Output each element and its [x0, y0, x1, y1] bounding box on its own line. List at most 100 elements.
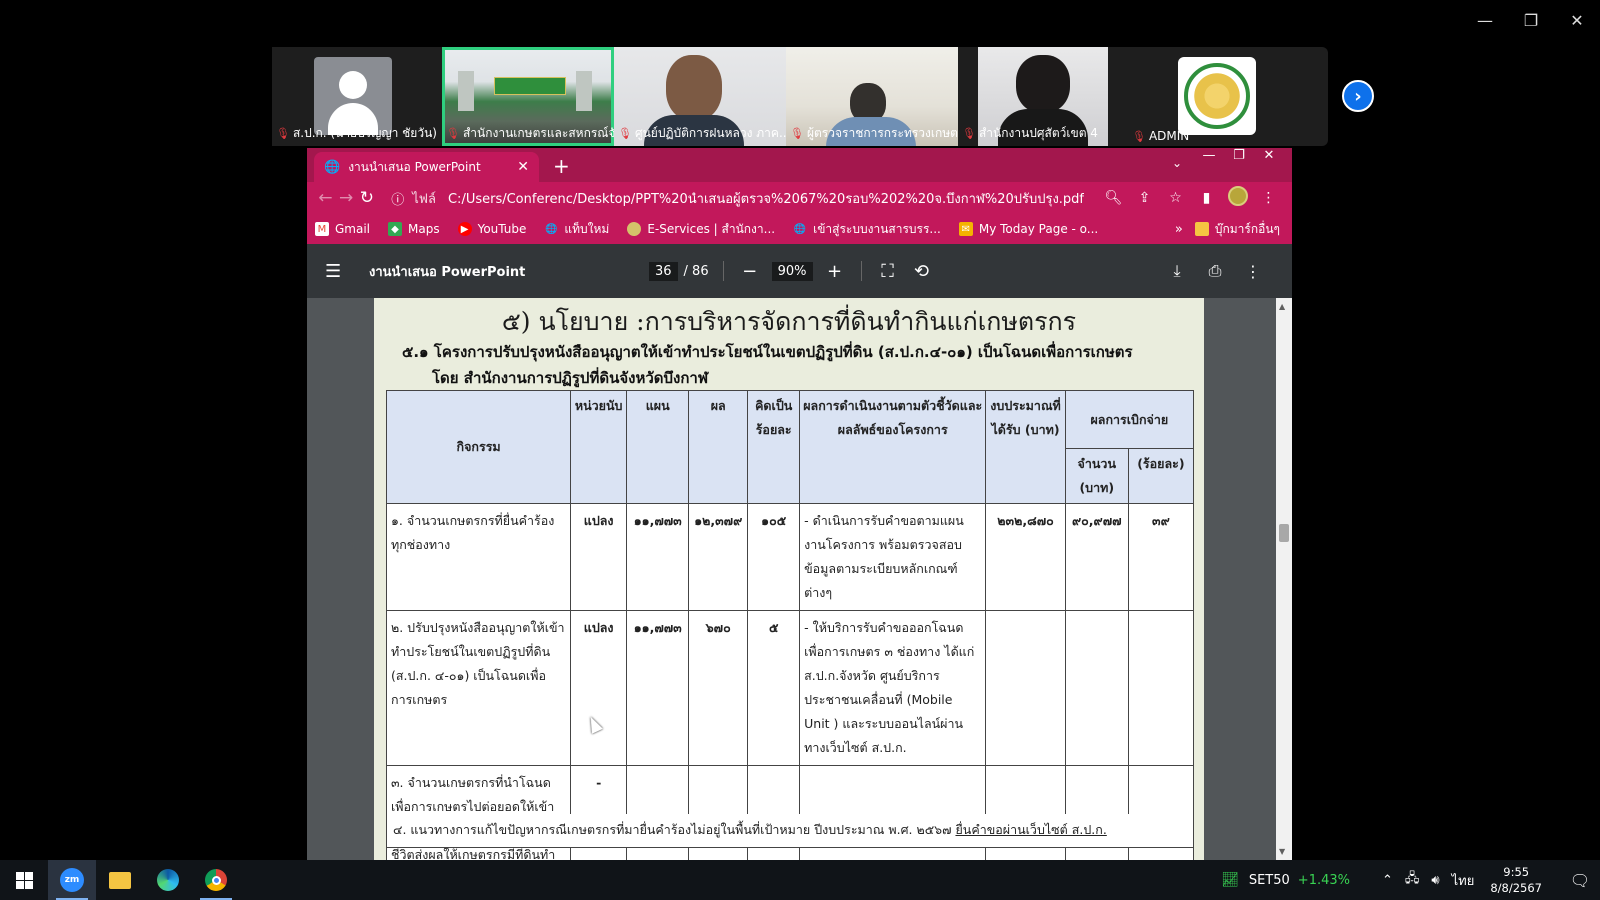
- star-icon[interactable]: ☆: [1160, 190, 1191, 206]
- more-menu-icon[interactable]: ⋮: [1253, 190, 1284, 206]
- bookmark-new-tab[interactable]: 🌐 แท็บใหม่: [544, 220, 609, 239]
- new-tab-button[interactable]: +: [553, 154, 570, 178]
- browser-tab[interactable]: 🌐 งานนำเสนอ PowerPoint ✕: [314, 152, 539, 182]
- url-field[interactable]: ⓘ ไฟล์ C:/Users/Conferenc/Desktop/PPT%20…: [383, 184, 1092, 212]
- share-icon[interactable]: ⇪: [1129, 190, 1160, 206]
- cell-percent: ๕: [747, 610, 801, 766]
- fit-page-icon[interactable]: ⛶: [876, 261, 900, 282]
- folder-icon: [1194, 222, 1209, 236]
- toolbar-divider: [722, 261, 724, 281]
- bookmark-eservices[interactable]: E-Services | สำนักงา...: [627, 220, 775, 239]
- agency-logo: [1178, 57, 1256, 135]
- taskbar: zm 📈︎ SET50 +1.43% ⌃ 🖧 🔊︎ ไทย 9:55 8/8/2…: [0, 860, 1600, 900]
- rotate-icon[interactable]: ⟲: [910, 261, 934, 282]
- more-options-icon[interactable]: ⋮: [1234, 262, 1272, 281]
- bookmark-gmail[interactable]: M Gmail: [315, 222, 370, 236]
- bookmark-youtube[interactable]: ▶ YouTube: [457, 222, 526, 236]
- table-footer-note: ๔. แนวทางการแก้ไขปัญหากรณีเกษตรกรที่มายื…: [386, 814, 1194, 848]
- person-head: [1016, 55, 1070, 113]
- stock-widget[interactable]: 📈︎ SET50 +1.43%: [1221, 872, 1350, 888]
- cell-budget: ๒๓๒,๘๗๐: [985, 503, 1066, 611]
- minimize-button[interactable]: —: [1194, 148, 1224, 166]
- header-unit: หน่วยนับ: [570, 390, 628, 504]
- hamburger-menu-icon[interactable]: ☰: [325, 261, 347, 282]
- participant-tile[interactable]: 🎙 ศูนย์ปฏิบัติการฝนหลวง ภาค...: [614, 47, 786, 146]
- stock-change: +1.43%: [1297, 872, 1350, 888]
- scrollbar-thumb[interactable]: [1279, 524, 1289, 542]
- participant-tile[interactable]: 🎙 ADMIN: [1128, 47, 1300, 146]
- language-indicator[interactable]: ไทย: [1452, 870, 1475, 891]
- header-plan: แผน: [626, 390, 690, 504]
- network-icon[interactable]: 🖧: [1405, 869, 1420, 891]
- stock-chart-icon: 📈︎: [1221, 872, 1239, 888]
- scroll-up-icon[interactable]: ▲: [1279, 302, 1285, 311]
- taskbar-chrome[interactable]: [192, 860, 240, 900]
- restore-button[interactable]: ❐: [1508, 8, 1554, 32]
- taskbar-file-explorer[interactable]: [96, 860, 144, 900]
- forward-icon[interactable]: →: [336, 188, 357, 208]
- more-bookmarks-icon[interactable]: »: [1175, 222, 1183, 237]
- stock-label: SET50: [1248, 872, 1290, 888]
- other-bookmarks-folder[interactable]: บุ๊กมาร์กอื่นๆ: [1194, 220, 1280, 239]
- participant-tile[interactable]: 🎙 ส.ป.ก. (นายปริญญา ชัยวัน): [272, 47, 442, 146]
- scroll-down-icon[interactable]: ▼: [1279, 847, 1285, 856]
- person-head: [666, 55, 722, 121]
- participant-tile-active[interactable]: 🎙สำนักงานเกษตรและสหกรณ์จังห...: [442, 47, 614, 146]
- taskbar-zoom[interactable]: zm: [48, 860, 96, 900]
- header-result: ผล: [688, 390, 749, 504]
- bookmark-saraban[interactable]: 🌐 เข้าสู่ระบบงานสารบรร...: [793, 220, 941, 239]
- cell-unit: แปลง: [570, 610, 628, 766]
- mic-muted-icon: 🎙: [446, 127, 460, 140]
- participant-tile[interactable]: 🎙 ผู้ตรวจราชการกระทรวงเกษต...: [786, 47, 958, 146]
- toolbar-divider: [860, 261, 862, 281]
- mic-muted-icon: 🎙: [618, 127, 632, 140]
- close-button[interactable]: ✕: [1554, 8, 1600, 32]
- mytoday-icon: ✉: [958, 222, 973, 236]
- taskbar-edge[interactable]: [144, 860, 192, 900]
- print-icon[interactable]: ⎙: [1196, 261, 1234, 281]
- download-icon[interactable]: ⤓: [1158, 261, 1196, 281]
- next-participants-button[interactable]: ›: [1342, 80, 1374, 112]
- zoom-level-input[interactable]: 90%: [771, 261, 813, 281]
- zoom-icon[interactable]: 🔍︎: [1098, 190, 1129, 206]
- cell-outcome: - ดำเนินการรับคำขอตามแผนงานโครงการ พร้อม…: [799, 503, 987, 611]
- bookmark-mytoday[interactable]: ✉ My Today Page - o...: [958, 222, 1098, 236]
- cell-result: ๑๒,๓๗๙: [688, 503, 749, 611]
- reload-icon[interactable]: ↻: [357, 188, 378, 208]
- cell-disb-percent: ๓๙: [1127, 503, 1195, 611]
- profile-avatar[interactable]: [1222, 186, 1253, 210]
- bookmark-maps[interactable]: ◆ Maps: [388, 222, 440, 236]
- minimize-button[interactable]: —: [1462, 8, 1508, 32]
- tab-search-icon[interactable]: ⌄: [1172, 156, 1182, 170]
- start-button[interactable]: [0, 860, 48, 900]
- mic-muted-icon: 🎙: [962, 127, 976, 140]
- address-bar: ← → ↻ ⓘ ไฟล์ C:/Users/Conferenc/Desktop/…: [307, 182, 1292, 214]
- chevron-up-icon[interactable]: ⌃: [1382, 873, 1393, 888]
- volume-icon[interactable]: 🔊︎: [1431, 873, 1439, 888]
- close-button[interactable]: ✕: [1254, 148, 1284, 166]
- clock[interactable]: 9:55 8/8/2567: [1490, 864, 1542, 896]
- cell-amount: ๙๐,๙๗๗: [1064, 503, 1129, 611]
- globe-icon: 🌐: [793, 223, 807, 235]
- back-icon[interactable]: ←: [315, 188, 336, 208]
- zoom-window-controls: — ❐ ✕: [1462, 8, 1600, 32]
- notification-icon[interactable]: 🗨︎: [1560, 871, 1600, 890]
- table-row: ๑. จำนวนเกษตรกรที่ยื่นคำร้องทุกช่องทาง แ…: [385, 503, 1195, 611]
- vertical-scrollbar[interactable]: ▲ ▼: [1276, 298, 1292, 860]
- participant-tile[interactable]: 🎙 สำนักงานปศุสัตว์เขต 4: [958, 47, 1128, 146]
- youtube-icon: ▶: [457, 222, 472, 236]
- info-icon[interactable]: ⓘ: [391, 189, 404, 208]
- page-number-input[interactable]: 36: [649, 261, 678, 281]
- restore-button[interactable]: ❐: [1224, 148, 1254, 166]
- zoom-in-icon[interactable]: +: [823, 261, 847, 282]
- cell-plan: ๑๑,๗๗๓: [626, 610, 690, 766]
- close-tab-icon[interactable]: ✕: [517, 159, 529, 175]
- url-text[interactable]: C:/Users/Conferenc/Desktop/PPT%20นำเสนอผ…: [448, 188, 1084, 209]
- participant-name: 🎙สำนักงานเกษตรและสหกรณ์จังห...: [446, 126, 614, 140]
- zoom-app-icon: zm: [60, 868, 84, 892]
- pdf-viewport[interactable]: ๕) นโยบาย :การบริหารจัดการที่ดินทำกินแก่…: [307, 298, 1292, 860]
- zoom-out-icon[interactable]: −: [738, 261, 762, 282]
- footer-text: ๔. แนวทางการแก้ไขปัญหากรณีเกษตรกรที่มายื…: [393, 822, 956, 837]
- sidepanel-icon[interactable]: ▮: [1191, 190, 1222, 206]
- clock-date: 8/8/2567: [1490, 881, 1542, 895]
